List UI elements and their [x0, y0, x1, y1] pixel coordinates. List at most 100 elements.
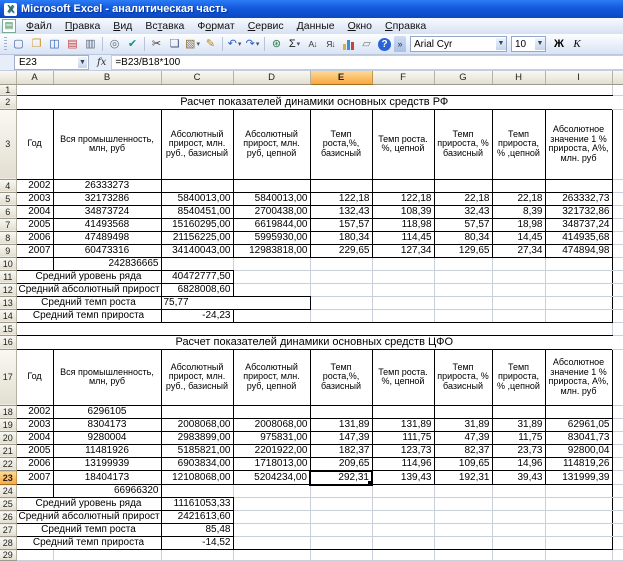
cell-F18[interactable] [372, 405, 434, 418]
cell-B9[interactable]: 60473316 [53, 244, 161, 257]
cell-E5[interactable]: 122,18 [310, 192, 372, 205]
cell-F11[interactable] [372, 270, 434, 283]
cell-E20[interactable]: 147,39 [310, 431, 372, 444]
cell-I23[interactable]: 131999,39 [545, 471, 612, 485]
row-header-25[interactable]: 25 [0, 498, 16, 511]
cell-partial-14[interactable] [612, 309, 623, 322]
menu-item-view[interactable]: Вид [107, 19, 138, 33]
cell-F28[interactable] [372, 537, 434, 550]
cell-partial-24[interactable] [612, 485, 623, 498]
cell-A1[interactable] [16, 84, 612, 95]
row-header-5[interactable]: 5 [0, 192, 16, 205]
cell-partial-9[interactable] [612, 244, 623, 257]
cell-E28[interactable] [310, 537, 372, 550]
cell-D7[interactable]: 6619844,00 [233, 218, 310, 231]
cell-H7[interactable]: 18,98 [492, 218, 545, 231]
cell-H29[interactable] [492, 550, 545, 561]
cell-G22[interactable]: 109,65 [434, 457, 492, 471]
cell-B10[interactable]: 242836665 [53, 257, 161, 270]
cell-H28[interactable] [492, 537, 545, 550]
cell-G9[interactable]: 129,65 [434, 244, 492, 257]
cell-H12[interactable] [492, 283, 545, 296]
cell-I28[interactable] [545, 537, 612, 550]
cell-H8[interactable]: 14,45 [492, 231, 545, 244]
cell-F29[interactable] [372, 550, 434, 561]
cell-I3[interactable]: Абсолютное значение 1 % прироста, А%, мл… [545, 109, 612, 179]
chevron-down-icon[interactable]: ▾ [297, 37, 301, 52]
cell-H11[interactable] [492, 270, 545, 283]
menu-item-insert[interactable]: Вставка [139, 19, 190, 33]
cell-D17[interactable]: Абсолютный прирост, млн. руб, цепной [233, 349, 310, 405]
row-header-26[interactable]: 26 [0, 511, 16, 524]
cell-C12[interactable]: 6828008,60 [161, 283, 233, 296]
insert-function-icon[interactable]: fx [97, 57, 106, 68]
cell-A9[interactable]: 2007 [16, 244, 53, 257]
cell-H20[interactable]: 11,75 [492, 431, 545, 444]
cell-D5[interactable]: 5840013,00 [233, 192, 310, 205]
cell-E9[interactable]: 229,65 [310, 244, 372, 257]
cell-B20[interactable]: 9280004 [53, 431, 161, 444]
copy-icon[interactable]: ❏ [166, 37, 183, 52]
format-painter-icon[interactable]: ✎ [202, 37, 219, 52]
cell-F22[interactable]: 114,96 [372, 457, 434, 471]
drawing-icon[interactable]: ▱ [358, 37, 375, 52]
cell-G27[interactable] [434, 524, 492, 537]
cell-G5[interactable]: 22,18 [434, 192, 492, 205]
cell-D22[interactable]: 1718013,00 [233, 457, 310, 471]
cell-G19[interactable]: 31,89 [434, 418, 492, 431]
cell-G8[interactable]: 80,34 [434, 231, 492, 244]
cell-I8[interactable]: 414935,68 [545, 231, 612, 244]
cell-G29[interactable] [434, 550, 492, 561]
cell-A22[interactable]: 2006 [16, 457, 53, 471]
cell-E18[interactable] [310, 405, 372, 418]
cell-A13[interactable]: Средний темп роста [16, 296, 161, 309]
cell-I17[interactable]: Абсолютное значение 1 % прироста, А%, мл… [545, 349, 612, 405]
cell-partial-6[interactable] [612, 205, 623, 218]
cell-F4[interactable] [372, 179, 434, 192]
cell-G18[interactable] [434, 405, 492, 418]
cell-C7[interactable]: 15160295,00 [161, 218, 233, 231]
row-header-10[interactable]: 10 [0, 257, 16, 270]
chevron-down-icon[interactable]: ▾ [196, 37, 200, 52]
cell-F7[interactable]: 118,98 [372, 218, 434, 231]
name-box[interactable]: E23 ▼ [14, 55, 89, 70]
cell-B29[interactable] [53, 550, 161, 561]
cell-E11[interactable] [310, 270, 372, 283]
row-header-24[interactable]: 24 [0, 485, 16, 498]
menu-item-data[interactable]: Данные [291, 19, 341, 33]
chevron-down-icon[interactable]: ▾ [238, 37, 242, 52]
select-all-button[interactable] [0, 71, 16, 84]
cell-F25[interactable] [372, 498, 434, 511]
cell-E21[interactable]: 182,37 [310, 444, 372, 457]
cell-C29[interactable] [161, 550, 233, 561]
open-icon[interactable]: ❐ [28, 37, 45, 52]
cell-G13[interactable] [434, 296, 492, 309]
cell-partial-27[interactable] [612, 524, 623, 537]
cell-partial-12[interactable] [612, 283, 623, 296]
cell-G7[interactable]: 57,57 [434, 218, 492, 231]
cell-C4[interactable] [161, 179, 233, 192]
cell-C22[interactable]: 6903834,00 [161, 457, 233, 471]
cell-C19[interactable]: 2008068,00 [161, 418, 233, 431]
cut-icon[interactable]: ✂ [148, 37, 165, 52]
cell-G3[interactable]: Темп прироста, % базисный [434, 109, 492, 179]
row-header-18[interactable]: 18 [0, 405, 16, 418]
column-header-B[interactable]: B [53, 71, 161, 84]
font-name-combo[interactable]: Arial Cyr ▼ [410, 36, 507, 52]
cell-A24[interactable] [16, 485, 53, 498]
bold-button[interactable]: Ж [551, 38, 567, 50]
cell-A17[interactable]: Год [16, 349, 53, 405]
cell-B21[interactable]: 11481926 [53, 444, 161, 457]
cell-C13[interactable]: 75,77 [161, 296, 310, 309]
cell-G28[interactable] [434, 537, 492, 550]
cell-G26[interactable] [434, 511, 492, 524]
cell-partial-5[interactable] [612, 192, 623, 205]
cell-C6[interactable]: 8540451,00 [161, 205, 233, 218]
column-header-C[interactable]: C [161, 71, 233, 84]
help-icon[interactable]: ? [376, 37, 393, 52]
save-icon[interactable]: ◫ [46, 37, 63, 52]
row-header-29[interactable]: 29 [0, 550, 16, 561]
cell-B7[interactable]: 41493568 [53, 218, 161, 231]
cell-A25[interactable]: Средний уровень ряда [16, 498, 161, 511]
cell-I13[interactable] [545, 296, 612, 309]
